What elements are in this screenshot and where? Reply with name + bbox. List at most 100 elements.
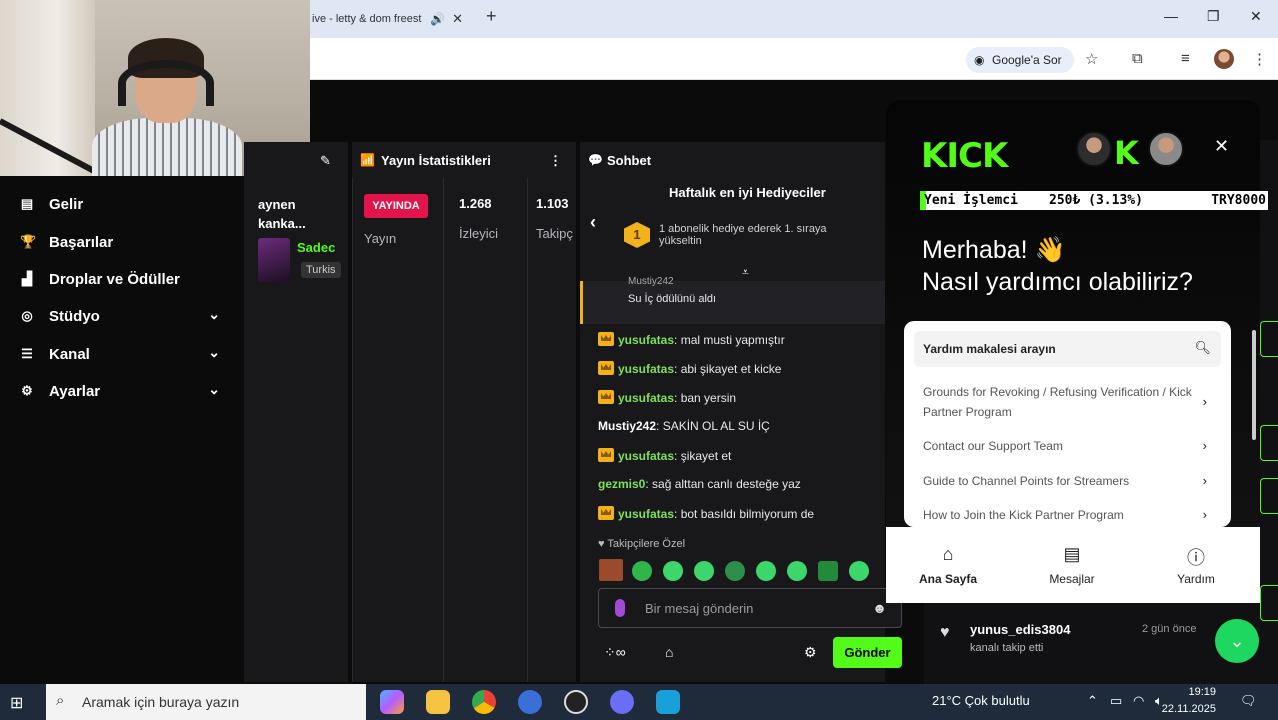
chat-text: : mal musti yapmıştır [674, 333, 785, 347]
help-article-link[interactable]: How to Join the Kick Partner Program › [923, 505, 1213, 525]
clock-time[interactable]: 19:19 [1176, 686, 1216, 698]
browser-tab[interactable]: ive - letty & dom freest 🔊 ✕ [300, 4, 475, 34]
partial-card [1260, 585, 1278, 621]
channel-points-icon[interactable]: ⁘∞ [604, 644, 626, 661]
restore-button[interactable]: ❐ [1207, 8, 1220, 25]
chat-username[interactable]: gezmis0 [598, 477, 645, 491]
weather-widget[interactable]: 21°C Çok bulutlu [932, 693, 1030, 708]
chevron-left-icon[interactable]: ‹ [590, 212, 596, 233]
emote-5[interactable] [725, 561, 745, 581]
emote-4[interactable] [694, 561, 714, 581]
greeting-line-1: Merhaba! 👋 [922, 236, 1066, 264]
sidebar-item-droplar[interactable]: ▟ Droplar ve Ödüller [0, 262, 240, 298]
chat-message: yusufatas: şikayet et [598, 448, 731, 463]
chat-username[interactable]: yusufatas [618, 507, 674, 521]
app-icon[interactable] [518, 690, 542, 714]
greeting-line-2: Nasıl yardımcı olabiliriz? [922, 268, 1193, 296]
search-icon[interactable]: 🔍︎ [1194, 340, 1211, 356]
chat-username[interactable]: yusufatas [618, 362, 674, 376]
reward-redemption [580, 281, 885, 324]
collapse-icon[interactable]: ⩡ [742, 265, 749, 280]
sidebar-item-ayarlar[interactable]: ⚙ Ayarlar ⌄ [0, 374, 240, 410]
network-icon[interactable]: ▭ [1110, 693, 1122, 709]
emote-1[interactable] [599, 559, 623, 581]
stream-stats-panel: 📶 Yayın İstatistikleri ⋮ [352, 142, 576, 682]
support-agent-avatar [1148, 131, 1184, 167]
chevron-up-icon[interactable]: ⌃ [1087, 693, 1098, 709]
file-explorer-icon[interactable] [426, 690, 450, 714]
sidebar-item-gelir[interactable]: ▤ Gelir [0, 187, 240, 223]
app-icon[interactable] [656, 690, 680, 714]
obs-icon[interactable] [564, 690, 588, 714]
chevron-right-icon: › [1202, 438, 1207, 453]
chevron-down-icon[interactable]: ⌄ [1215, 619, 1259, 663]
more-options-icon[interactable]: ⋮ [549, 153, 562, 169]
browser-menu-icon[interactable]: ⋮ [1252, 50, 1267, 68]
close-window-button[interactable]: ✕ [1250, 8, 1262, 25]
copilot-icon[interactable] [380, 690, 404, 714]
sidebar-item-basarilar[interactable]: 🏆 Başarılar [0, 225, 240, 261]
google-lens-button[interactable]: ◉ Google'a Sor [966, 47, 1074, 73]
sidebar-item-label: Başarılar [49, 234, 114, 251]
bookmark-star-icon[interactable]: ☆ [1085, 50, 1098, 68]
nav-home[interactable]: ⌂ Ana Sayfa [903, 544, 993, 586]
sidebar-item-label: Stüdyo [49, 308, 100, 325]
emote-2[interactable] [632, 561, 652, 581]
help-article-link[interactable]: Contact our Support Team › [923, 436, 1213, 456]
chat-settings-icon[interactable]: ⚙ [804, 644, 817, 661]
send-button[interactable]: Gönder [833, 637, 902, 668]
sidebar-item-studyo[interactable]: ◎ Stüdyo ⌄ [0, 299, 240, 335]
chrome-icon[interactable] [472, 690, 496, 714]
notification-icon[interactable]: 🗨︎ [1240, 693, 1257, 709]
chevron-right-icon: › [1202, 473, 1207, 488]
emote-8[interactable] [818, 561, 838, 581]
nav-messages[interactable]: ▤ Mesajlar [1027, 544, 1117, 586]
emote-6[interactable] [756, 561, 776, 581]
edit-icon[interactable]: ✎ [320, 153, 331, 169]
clock-date[interactable]: 22.11.2025 [1156, 703, 1216, 715]
category-thumbnail[interactable] [258, 238, 290, 282]
speaker-icon[interactable]: 🔊 [430, 4, 445, 34]
store-icon[interactable]: ⌂ [665, 644, 673, 660]
chat-message: yusufatas: abi şikayet et kicke [598, 361, 781, 376]
chat-input[interactable]: Bir mesaj gönderin ☻ [598, 588, 902, 628]
wifi-icon[interactable]: ◠ [1133, 693, 1144, 709]
new-tab-button[interactable]: + [486, 6, 497, 27]
followers-only-text: Takipçilere Özel [607, 538, 686, 550]
emote-7[interactable] [787, 561, 807, 581]
sidebar-item-kanal[interactable]: ☰ Kanal ⌄ [0, 337, 240, 373]
minimize-button[interactable]: — [1164, 8, 1178, 24]
drops-icon: ▟ [22, 271, 32, 286]
chat-message: Mustiy242: SAKİN OL AL SU İÇ [598, 419, 770, 433]
emote-9[interactable] [849, 561, 869, 581]
donation-ticker: Yeni İşlemci 250₺ (3.13%) TRY8000 [920, 191, 1268, 210]
help-article-link[interactable]: Guide to Channel Points for Streamers › [923, 471, 1213, 491]
chevron-down-icon: ⌄ [208, 344, 220, 360]
discord-icon[interactable] [610, 690, 634, 714]
help-article-link[interactable]: Grounds for Revoking / Refusing Verifica… [923, 382, 1213, 422]
sidebar-item-label: Gelir [49, 196, 84, 213]
chat-username[interactable]: yusufatas [618, 333, 674, 347]
close-icon[interactable]: ✕ [1214, 136, 1229, 157]
scrollbar[interactable] [1252, 330, 1256, 440]
emote-3[interactable] [663, 561, 683, 581]
chat-text: : bot basıldı bilmiyorum de [674, 507, 815, 521]
google-sor-label: Google'a Sor [992, 53, 1062, 67]
notification-user[interactable]: yunus_edis3804 [970, 622, 1070, 637]
media-control-icon[interactable]: ≡ [1181, 50, 1190, 67]
crown-badge-icon [598, 332, 614, 346]
taskbar-search[interactable]: ⌕ Aramak için buraya yazın [46, 684, 366, 720]
extensions-icon[interactable]: ⧉ [1132, 50, 1143, 67]
chat-username[interactable]: yusufatas [618, 391, 674, 405]
support-agent-avatar [1076, 131, 1112, 167]
windows-start-icon[interactable]: ⊞ [10, 693, 23, 713]
chat-username[interactable]: yusufatas [618, 449, 674, 463]
help-search-input[interactable]: Yardım makalesi arayın 🔍︎ [914, 331, 1221, 367]
emoji-icon[interactable]: ☻ [872, 600, 887, 616]
profile-avatar[interactable] [1214, 49, 1234, 69]
microphone-icon[interactable] [615, 599, 625, 617]
chat-username[interactable]: Mustiy242 [598, 419, 656, 433]
tab-close-icon[interactable]: ✕ [452, 4, 463, 34]
crown-badge-icon [598, 390, 614, 404]
nav-help[interactable]: ⓘ Yardım [1151, 544, 1241, 586]
